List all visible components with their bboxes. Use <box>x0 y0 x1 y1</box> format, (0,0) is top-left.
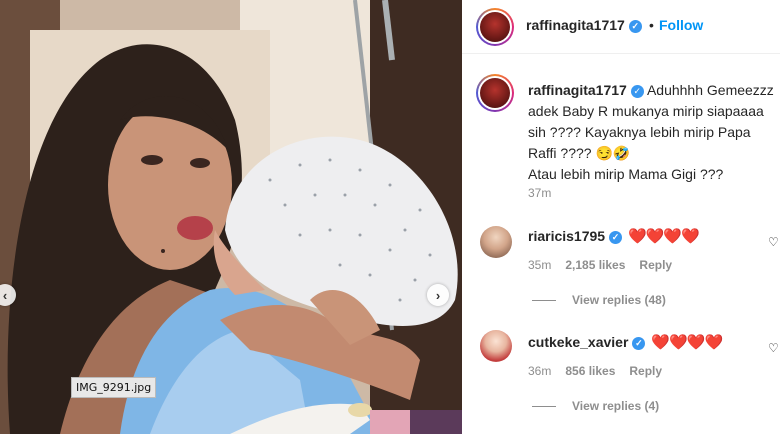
comment-likes[interactable]: 856 likes <box>565 364 615 378</box>
chevron-right-icon: › <box>435 287 441 303</box>
photo-illustration <box>0 0 462 434</box>
verified-badge-icon: ✓ <box>628 20 642 33</box>
caption-text-line2: Atau lebih mirip Mama Gigi ??? <box>528 166 724 182</box>
comment-text: ❤️❤️❤️❤️ <box>651 334 723 351</box>
comment-row: cutkeke_xavier ✓ ❤️❤️❤️❤️ <box>528 333 723 351</box>
view-replies-button[interactable]: View replies (48) <box>532 293 666 307</box>
comment-username[interactable]: riaricis1795 <box>528 228 605 244</box>
like-comment-heart-icon[interactable]: ♡ <box>768 235 780 249</box>
like-comment-heart-icon[interactable]: ♡ <box>768 341 780 355</box>
separator-dot: • <box>649 17 654 33</box>
comment-username[interactable]: cutkeke_xavier <box>528 334 628 350</box>
comment-row: riaricis1795 ✓ ❤️❤️❤️❤️ <box>528 227 700 245</box>
reply-button[interactable]: Reply <box>639 258 672 272</box>
image-filename-label: IMG_9291.jpg <box>71 377 157 398</box>
view-replies-button[interactable]: View replies (4) <box>532 399 659 413</box>
comment-timestamp[interactable]: 36m <box>528 364 551 378</box>
next-image-button[interactable]: › <box>427 284 449 306</box>
header-username[interactable]: raffinagita1717 ✓ <box>526 17 642 33</box>
header-username-text[interactable]: raffinagita1717 <box>526 17 625 33</box>
follow-button[interactable]: Follow <box>659 17 703 33</box>
post-side-panel: raffinagita1717 ✓ • Follow raffinagita171… <box>462 0 780 434</box>
verified-badge-icon: ✓ <box>609 231 623 244</box>
comment-timestamp[interactable]: 35m <box>528 258 551 272</box>
caption-avatar[interactable] <box>476 74 514 112</box>
caption-timestamp[interactable]: 37m <box>528 186 551 200</box>
reply-button[interactable]: Reply <box>629 364 662 378</box>
comment-avatar[interactable] <box>480 226 512 258</box>
post-caption: raffinagita1717 ✓ Aduhhhh Gemeezzz adek B… <box>528 80 778 185</box>
comment-meta: 36m 856 likes Reply <box>528 364 662 378</box>
chevron-left-icon: ‹ <box>2 287 8 303</box>
verified-badge-icon: ✓ <box>630 85 644 98</box>
comment-likes[interactable]: 2,185 likes <box>565 258 625 272</box>
post-image: ‹ › IMG_9291.jpg <box>0 0 462 434</box>
post-header: raffinagita1717 ✓ • Follow <box>462 0 780 54</box>
comment-meta: 35m 2,185 likes Reply <box>528 258 672 272</box>
verified-badge-icon: ✓ <box>632 337 646 350</box>
header-avatar[interactable] <box>476 8 514 46</box>
caption-username[interactable]: raffinagita1717 <box>528 82 627 98</box>
avatar <box>480 78 510 108</box>
comment-text: ❤️❤️❤️❤️ <box>628 228 700 245</box>
avatar <box>480 12 510 42</box>
comment-avatar[interactable] <box>480 330 512 362</box>
